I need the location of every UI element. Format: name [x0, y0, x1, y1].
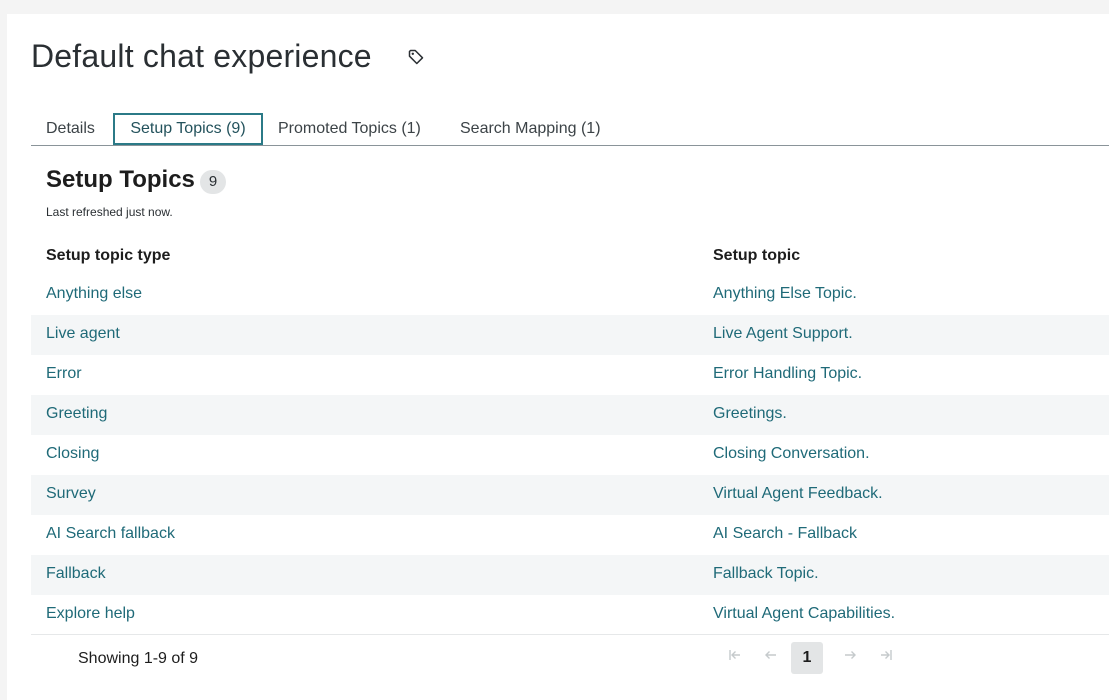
tab-search-mapping[interactable]: Search Mapping (1) [460, 113, 601, 146]
table-row: Error Error Handling Topic. [31, 355, 1109, 395]
tab-setup-topics[interactable]: Setup Topics (9) [113, 113, 263, 145]
table-row: Anything else Anything Else Topic. [31, 275, 1109, 315]
topic-type-link[interactable]: Error [46, 365, 82, 383]
tab-details[interactable]: Details [46, 113, 95, 146]
prev-page-icon[interactable] [757, 645, 785, 673]
showing-count-text: Showing 1-9 of 9 [78, 650, 199, 667]
last-page-icon[interactable] [872, 645, 900, 673]
table-row: Greeting Greetings. [31, 395, 1109, 435]
setup-topics-table: Setup topic type Setup topic Anything el… [31, 235, 1109, 635]
section-title: Setup Topics [46, 166, 195, 193]
page-title: Default chat experience [31, 38, 372, 74]
table-row: Explore help Virtual Agent Capabilities. [31, 595, 1109, 635]
table-row: Closing Closing Conversation. [31, 435, 1109, 475]
topic-type-link[interactable]: Explore help [46, 605, 135, 623]
last-refreshed-text: Last refreshed just now. [46, 205, 173, 219]
table-header: Setup topic type Setup topic [31, 235, 1109, 275]
table-row: Fallback Fallback Topic. [31, 555, 1109, 595]
page-number-button[interactable]: 1 [791, 642, 823, 674]
topic-type-link[interactable]: Live agent [46, 325, 120, 343]
topic-type-link[interactable]: Greeting [46, 405, 107, 423]
topic-type-link[interactable]: Anything else [46, 285, 142, 303]
main-panel: Default chat experience Details Setup To… [7, 14, 1109, 700]
topic-link[interactable]: Live Agent Support. [713, 325, 853, 343]
next-page-icon[interactable] [836, 645, 864, 673]
topic-link[interactable]: Virtual Agent Capabilities. [713, 605, 895, 623]
topic-link[interactable]: Error Handling Topic. [713, 365, 862, 383]
topic-type-link[interactable]: Survey [46, 485, 96, 503]
topic-link[interactable]: AI Search - Fallback [713, 525, 857, 543]
topic-link[interactable]: Fallback Topic. [713, 565, 819, 583]
topic-type-link[interactable]: Fallback [46, 565, 106, 583]
topic-link[interactable]: Greetings. [713, 405, 787, 423]
table-row: Survey Virtual Agent Feedback. [31, 475, 1109, 515]
topic-type-link[interactable]: AI Search fallback [46, 525, 175, 543]
topic-type-link[interactable]: Closing [46, 445, 99, 463]
column-header-type[interactable]: Setup topic type [46, 247, 170, 265]
tab-promoted-topics[interactable]: Promoted Topics (1) [278, 113, 421, 146]
table-row: Live agent Live Agent Support. [31, 315, 1109, 355]
topic-link[interactable]: Anything Else Topic. [713, 285, 857, 303]
table-row: AI Search fallback AI Search - Fallback [31, 515, 1109, 555]
topic-link[interactable]: Virtual Agent Feedback. [713, 485, 883, 503]
tag-icon[interactable] [407, 48, 425, 66]
tab-bar: Details Setup Topics (9) Promoted Topics… [31, 113, 1109, 146]
first-page-icon[interactable] [721, 645, 749, 673]
topic-link[interactable]: Closing Conversation. [713, 445, 870, 463]
count-badge: 9 [200, 170, 226, 194]
column-header-topic[interactable]: Setup topic [713, 247, 800, 265]
pagination-footer: Showing 1-9 of 9 1 [31, 640, 1109, 680]
